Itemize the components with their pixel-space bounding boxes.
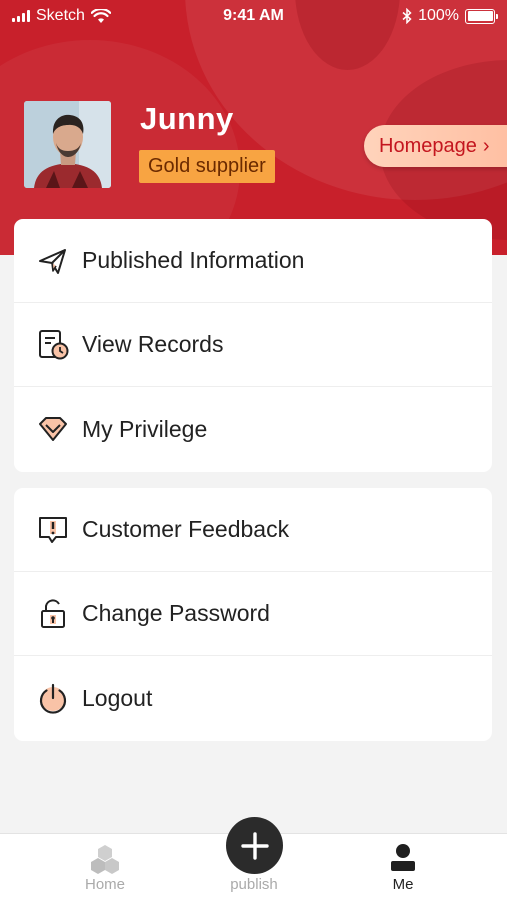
homepage-button[interactable]: Homepage › xyxy=(364,125,507,167)
user-name: Junny xyxy=(140,101,234,136)
records-clock-icon xyxy=(39,329,69,359)
bluetooth-icon xyxy=(402,8,412,24)
feedback-icon xyxy=(39,516,67,543)
menu-item-label: Customer Feedback xyxy=(82,516,290,542)
publish-button[interactable] xyxy=(226,817,283,874)
status-bar: Sketch 9:41 AM 100% xyxy=(0,0,507,32)
menu-item-published-information[interactable]: Published Information xyxy=(14,219,492,303)
power-icon xyxy=(39,683,67,714)
plus-icon xyxy=(240,831,269,860)
menu-item-my-privilege[interactable]: My Privilege xyxy=(14,387,492,471)
homepage-label: Homepage xyxy=(379,134,477,157)
menu-item-change-password[interactable]: Change Password xyxy=(14,572,492,656)
battery-percent: 100% xyxy=(418,7,459,24)
lock-icon xyxy=(41,598,65,628)
menu-item-logout[interactable]: Logout xyxy=(14,656,492,740)
menu-item-view-records[interactable]: View Records xyxy=(14,303,492,387)
battery-icon xyxy=(465,8,498,24)
menu-item-label: My Privilege xyxy=(82,415,208,442)
tab-publish-label: publish xyxy=(230,876,278,893)
menu-item-label: Logout xyxy=(82,684,153,711)
supplier-badge: Gold supplier xyxy=(139,150,275,183)
person-icon xyxy=(391,844,415,871)
home-cubes-icon xyxy=(91,845,119,874)
avatar[interactable] xyxy=(24,101,111,188)
menu-item-customer-feedback[interactable]: Customer Feedback xyxy=(14,488,492,572)
paper-plane-icon xyxy=(39,248,66,274)
menu-card-primary: Published Information View Records My Pr… xyxy=(14,219,492,472)
menu-item-label: Change Password xyxy=(82,600,270,626)
menu-card-secondary: Customer Feedback Change Password Logout xyxy=(14,488,492,741)
tab-me[interactable]: Me xyxy=(343,834,463,900)
chevron-right-icon: › xyxy=(482,134,490,157)
menu-item-label: View Records xyxy=(82,331,224,357)
menu-item-label: Published Information xyxy=(82,247,305,273)
tab-home[interactable]: Home xyxy=(45,834,165,900)
tab-home-label: Home xyxy=(84,876,125,893)
diamond-icon xyxy=(39,417,67,441)
tab-me-label: Me xyxy=(392,876,414,893)
